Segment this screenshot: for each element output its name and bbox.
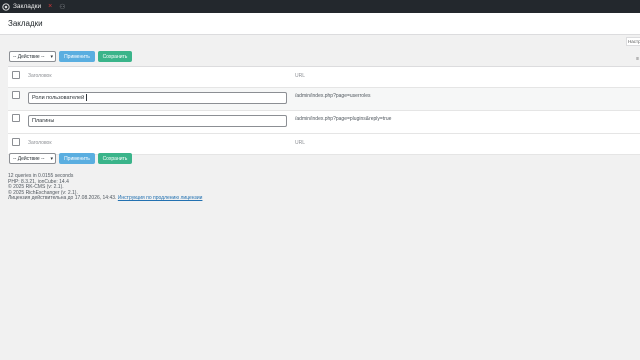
screen-options-tab[interactable]: Настройки bbox=[626, 37, 640, 46]
column-footer-title[interactable]: Заголовок bbox=[28, 140, 52, 146]
close-icon[interactable]: × bbox=[48, 3, 52, 10]
main-content: Закладки Настройки ≡ -- Действие -- ▾ Пр… bbox=[0, 13, 640, 360]
bulk-action-select[interactable]: -- Действие -- ▾ bbox=[9, 51, 56, 62]
table-row: Роли пользователей /admin/index.php?page… bbox=[8, 88, 640, 111]
bookmark-title-value: Плагины bbox=[32, 118, 55, 124]
save-button[interactable]: Сохранить bbox=[98, 51, 132, 62]
chevron-down-icon: ▾ bbox=[50, 155, 53, 162]
column-header-title[interactable]: Заголовок bbox=[28, 73, 52, 79]
admin-topbar: Закладки × ⚇ bbox=[0, 0, 640, 13]
menu-icon[interactable]: ≡ bbox=[636, 56, 639, 62]
license-renewal-link[interactable]: Инструкция по продлению лицензии bbox=[118, 195, 203, 202]
bulk-action-select-bottom[interactable]: -- Действие -- ▾ bbox=[9, 153, 56, 164]
logo-svg bbox=[2, 2, 10, 11]
column-footer-url[interactable]: URL bbox=[295, 140, 305, 146]
row-checkbox[interactable] bbox=[12, 114, 20, 122]
bookmark-url: /admin/index.php?page=plugins&reply=true bbox=[295, 116, 392, 122]
table-row: Плагины /admin/index.php?page=plugins&re… bbox=[8, 111, 640, 134]
bulk-action-value: -- Действие -- bbox=[13, 53, 45, 60]
bookmark-title-value: Роли пользователей bbox=[32, 95, 85, 101]
license-info: Лицензия действительна до 17.08.2026, 14… bbox=[8, 196, 202, 202]
column-header-url[interactable]: URL bbox=[295, 73, 305, 79]
select-all-checkbox-bottom[interactable] bbox=[12, 138, 20, 146]
bulk-action-value: -- Действие -- bbox=[13, 155, 45, 162]
bookmark-title-input[interactable]: Плагины bbox=[28, 115, 287, 127]
bookmark-title-input[interactable]: Роли пользователей bbox=[28, 92, 287, 104]
table-header-row: Заголовок URL bbox=[8, 67, 640, 88]
bookmark-url: /admin/index.php?page=userroles bbox=[295, 93, 371, 99]
text-cursor bbox=[86, 94, 88, 102]
table-footer-row: Заголовок URL bbox=[8, 134, 640, 155]
bookmarks-table: Заголовок URL Роли пользователей /admin/… bbox=[8, 66, 640, 155]
apply-button[interactable]: Применить bbox=[59, 51, 95, 62]
page-footer: 12 queries in 0.0155 seconds PHP: 8.3.21… bbox=[8, 173, 202, 202]
select-all-checkbox[interactable] bbox=[12, 71, 20, 79]
page-header: Закладки bbox=[0, 13, 640, 35]
license-text: Лицензия действительна до 17.08.2026, 14… bbox=[8, 195, 117, 202]
row-checkbox[interactable] bbox=[12, 91, 20, 99]
app-logo-icon[interactable] bbox=[0, 0, 12, 13]
apply-button-bottom[interactable]: Применить bbox=[59, 153, 95, 164]
bulk-actions-bottom: -- Действие -- ▾ Применить Сохранить bbox=[9, 153, 132, 164]
bulk-actions-top: -- Действие -- ▾ Применить Сохранить bbox=[9, 51, 132, 62]
chevron-down-icon: ▾ bbox=[50, 53, 53, 60]
page-title: Закладки bbox=[8, 19, 43, 28]
site-name-link[interactable]: Закладки bbox=[13, 3, 41, 10]
save-button-bottom[interactable]: Сохранить bbox=[98, 153, 132, 164]
plugin-icon[interactable]: ⚇ bbox=[59, 3, 65, 11]
